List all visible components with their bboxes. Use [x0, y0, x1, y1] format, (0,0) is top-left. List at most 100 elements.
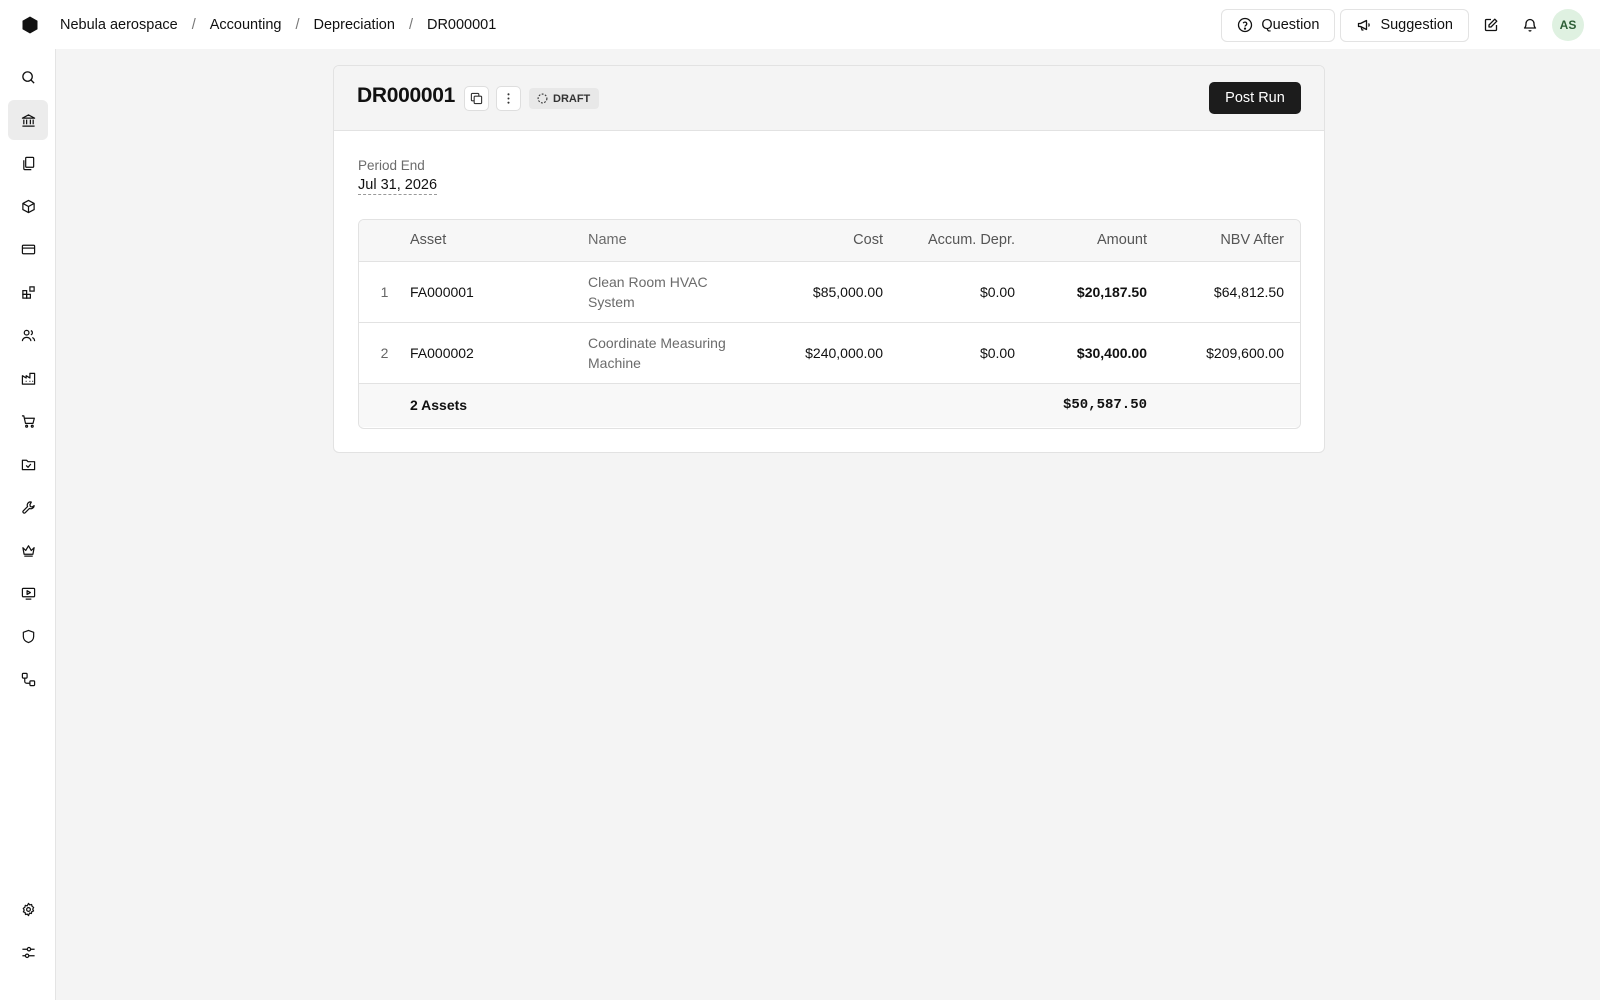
cart-icon — [21, 414, 35, 428]
top-bar: Nebula aerospace / Accounting / Deprecia… — [0, 0, 1600, 49]
cube-icon — [21, 199, 35, 213]
breadcrumb-accounting[interactable]: Accounting — [210, 17, 282, 33]
asset-id[interactable]: FA000001 — [410, 261, 588, 323]
asset-cost: $240,000.00 — [748, 322, 883, 384]
loader-dashed-icon — [537, 93, 548, 104]
sidebar-item-preferences[interactable] — [8, 932, 48, 972]
workflow-icon — [21, 672, 35, 686]
question-button[interactable]: Question — [1221, 8, 1336, 42]
logo-icon[interactable] — [20, 15, 40, 35]
breadcrumb-depreciation[interactable]: Depreciation — [314, 17, 395, 33]
asset-nbv-after: $209,600.00 — [1147, 322, 1300, 384]
search-icon — [21, 70, 35, 84]
megaphone-icon — [1358, 19, 1371, 31]
footer-spacer — [883, 383, 1015, 427]
asset-name: Coordinate Measuring Machine — [588, 322, 748, 384]
asset-amount: $30,400.00 — [1015, 322, 1147, 384]
row-index: 2 — [359, 322, 410, 384]
asset-cost: $85,000.00 — [748, 261, 883, 323]
more-vertical-icon — [507, 93, 510, 104]
breadcrumb-company[interactable]: Nebula aerospace — [60, 17, 178, 33]
sidebar-item-settings[interactable] — [8, 889, 48, 929]
edit-icon — [1484, 18, 1498, 32]
amount-header: Amount — [1015, 220, 1147, 262]
footer-spacer — [359, 383, 410, 427]
shield-icon — [22, 629, 34, 643]
table-row[interactable]: 2 FA000002 Coordinate Measuring Machine … — [359, 322, 1300, 384]
name-header: Name — [588, 220, 748, 262]
row-index: 1 — [359, 261, 410, 323]
table-row[interactable]: 1 FA000001 Clean Room HVAC System $85,00… — [359, 261, 1300, 323]
blocks-icon — [21, 285, 35, 299]
accum-depr-header: Accum. Depr. — [883, 220, 1015, 262]
breadcrumb-current[interactable]: DR000001 — [427, 17, 496, 33]
asset-accum-depr: $0.00 — [883, 261, 1015, 323]
asset-accum-depr: $0.00 — [883, 322, 1015, 384]
card-header: DR000001 DRAFT Post Run — [334, 66, 1324, 131]
credit-card-icon — [21, 244, 35, 254]
sidebar-item-workflows[interactable] — [8, 659, 48, 699]
index-header — [359, 220, 410, 262]
sidebar — [0, 49, 56, 1000]
more-options-button[interactable] — [496, 86, 521, 111]
crown-icon — [21, 544, 35, 557]
monitor-play-icon — [21, 587, 35, 600]
factory-icon — [21, 372, 35, 385]
footer-spacer — [1147, 383, 1300, 427]
sliders-icon — [21, 946, 35, 958]
footer-spacer — [588, 383, 748, 427]
gear-icon — [22, 902, 34, 916]
sidebar-item-quality[interactable] — [8, 444, 48, 484]
status-label: DRAFT — [553, 92, 591, 105]
breadcrumb-separator: / — [408, 16, 413, 33]
sidebar-item-training[interactable] — [8, 573, 48, 613]
asset-amount: $20,187.50 — [1015, 261, 1147, 323]
period-end-value[interactable]: Jul 31, 2026 — [358, 177, 438, 195]
bank-icon — [21, 113, 35, 127]
nbv-after-header: NBV After — [1147, 220, 1300, 262]
sidebar-item-people[interactable] — [8, 315, 48, 355]
sidebar-item-maintenance[interactable] — [8, 487, 48, 527]
copy-icon — [470, 92, 483, 105]
assets-table: Asset Name Cost Accum. Depr. Amount NBV … — [358, 219, 1301, 429]
folder-check-icon — [21, 459, 35, 470]
sidebar-item-documents[interactable] — [8, 143, 48, 183]
sidebar-item-premium[interactable] — [8, 530, 48, 570]
suggestion-button[interactable]: Suggestion — [1340, 8, 1469, 42]
asset-count: 2 Assets — [410, 383, 588, 427]
users-icon — [21, 329, 35, 341]
footer-spacer — [748, 383, 883, 427]
sidebar-item-security[interactable] — [8, 616, 48, 656]
sidebar-item-production[interactable] — [8, 358, 48, 398]
bell-icon — [1523, 18, 1537, 32]
question-label: Question — [1261, 17, 1320, 33]
wrench-icon — [21, 500, 35, 514]
table-header-row: Asset Name Cost Accum. Depr. Amount NBV … — [359, 220, 1300, 262]
asset-nbv-after: $64,812.50 — [1147, 261, 1300, 323]
top-actions: Question Suggestion AS — [1221, 8, 1584, 42]
edit-button[interactable] — [1474, 9, 1508, 41]
sidebar-item-payments[interactable] — [8, 229, 48, 269]
avatar[interactable]: AS — [1552, 9, 1584, 41]
status-badge: DRAFT — [529, 88, 600, 109]
sidebar-item-inventory[interactable] — [8, 186, 48, 226]
asset-id[interactable]: FA000002 — [410, 322, 588, 384]
breadcrumb-separator: / — [191, 16, 196, 33]
help-circle-icon — [1238, 17, 1253, 33]
sidebar-item-accounting[interactable] — [8, 100, 48, 140]
asset-header: Asset — [410, 220, 588, 262]
asset-name: Clean Room HVAC System — [588, 261, 748, 323]
depreciation-run-card: DR000001 DRAFT Post Run Period End Jul 3… — [333, 65, 1325, 453]
suggestion-label: Suggestion — [1380, 17, 1453, 33]
table-footer-row: 2 Assets $50,587.50 — [359, 383, 1300, 427]
post-run-button[interactable]: Post Run — [1209, 82, 1301, 114]
total-amount: $50,587.50 — [1015, 383, 1147, 427]
sidebar-item-search[interactable] — [8, 57, 48, 97]
sidebar-item-sales[interactable] — [8, 401, 48, 441]
breadcrumb: Nebula aerospace / Accounting / Deprecia… — [60, 0, 496, 49]
sidebar-item-modules[interactable] — [8, 272, 48, 312]
notifications-button[interactable] — [1513, 9, 1547, 41]
copy-button[interactable] — [464, 86, 489, 111]
period-end-label: Period End — [358, 158, 425, 173]
documents-icon — [22, 156, 34, 170]
